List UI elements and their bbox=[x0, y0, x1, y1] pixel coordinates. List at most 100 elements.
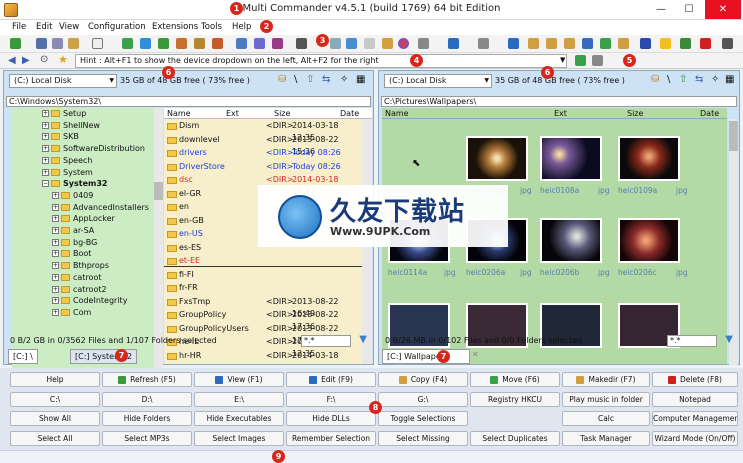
col-size-header[interactable]: Size bbox=[627, 109, 643, 118]
col-ext-header[interactable]: Ext bbox=[226, 109, 239, 118]
menu-help[interactable]: Help bbox=[232, 22, 251, 32]
brush-icon[interactable] bbox=[382, 38, 393, 49]
file-row[interactable]: hr-HR <DIR>2014-03-18 12:35 bbox=[164, 350, 364, 364]
expand-toggle-icon[interactable]: + bbox=[42, 110, 49, 117]
command-button[interactable]: Wizard Mode (On/Off) bbox=[652, 430, 738, 446]
left-path[interactable]: C:\Windows\System32\ bbox=[6, 96, 371, 107]
file-row[interactable]: fi-FI bbox=[164, 269, 364, 281]
col-ext-header[interactable]: Ext bbox=[554, 109, 567, 118]
expand-toggle-icon[interactable]: − bbox=[42, 180, 49, 188]
command-button[interactable]: Select MP3s bbox=[102, 430, 192, 446]
star-icon[interactable] bbox=[660, 38, 671, 49]
thumbnail-image[interactable] bbox=[540, 136, 602, 181]
command-button[interactable]: Hide Executables bbox=[194, 411, 284, 426]
tree-node[interactable]: + SoftwareDistribution bbox=[42, 143, 145, 154]
thumbs-scrollbar[interactable] bbox=[729, 119, 738, 365]
tree-node[interactable]: + ar-SA bbox=[52, 225, 94, 236]
menu-edit[interactable]: Edit bbox=[36, 22, 52, 32]
tree-node[interactable]: + AppLocker bbox=[52, 213, 115, 224]
tree-node[interactable]: + catroot bbox=[52, 272, 101, 283]
compare-icon[interactable] bbox=[272, 38, 283, 49]
exit-icon[interactable] bbox=[722, 38, 733, 49]
file-row[interactable]: fr-FR bbox=[164, 282, 364, 294]
tree-node[interactable]: + bg-BG bbox=[52, 237, 97, 248]
command-button[interactable]: Select Duplicates bbox=[470, 430, 560, 446]
extract-icon[interactable] bbox=[212, 38, 223, 49]
file-row[interactable]: drivers <DIR> Today 08:26 bbox=[164, 147, 364, 159]
command-button[interactable]: Select Missing bbox=[378, 430, 468, 446]
folder-icon[interactable] bbox=[528, 38, 539, 49]
folder5-icon[interactable] bbox=[600, 38, 611, 49]
col-size-header[interactable]: Size bbox=[274, 109, 290, 118]
command-button[interactable]: Remember Selection bbox=[286, 430, 376, 446]
tree-node[interactable]: + catroot2 bbox=[52, 284, 107, 295]
right-drive-selector[interactable]: (C:) Local Disk ▼ bbox=[384, 74, 492, 88]
tree-node[interactable]: + AdvancedInstallers bbox=[52, 202, 149, 213]
view-thumb-icon[interactable] bbox=[364, 38, 375, 49]
command-button[interactable]: Copy (F4) bbox=[378, 372, 468, 387]
left-tool-icon[interactable]: ✧ bbox=[340, 74, 348, 85]
right-tab-wallpapers[interactable]: [C:] Wallpapers bbox=[382, 349, 470, 364]
network-icon[interactable] bbox=[508, 38, 519, 49]
command-button[interactable]: Select Images bbox=[194, 430, 284, 446]
command-button[interactable]: Notepad bbox=[652, 391, 738, 407]
copy-icon[interactable] bbox=[52, 38, 63, 49]
ftp-icon[interactable] bbox=[700, 38, 711, 49]
filter-funnel-icon[interactable]: ▼ bbox=[725, 334, 733, 345]
expand-toggle-icon[interactable]: + bbox=[52, 238, 59, 246]
menu-tools[interactable]: Tools bbox=[201, 22, 222, 32]
maximize-button[interactable]: ☐ bbox=[676, 0, 702, 19]
archive-icon[interactable] bbox=[176, 38, 187, 49]
expand-toggle-icon[interactable]: + bbox=[42, 156, 49, 164]
history-icon[interactable]: ⊙ bbox=[40, 54, 48, 65]
expand-toggle-icon[interactable]: + bbox=[42, 168, 49, 176]
tree-node[interactable]: +0409 bbox=[52, 190, 93, 201]
file-row[interactable]: DriverStore <DIR> Today 08:26 bbox=[164, 161, 364, 173]
col-name-header[interactable]: Name bbox=[167, 109, 191, 118]
expand-toggle-icon[interactable]: + bbox=[52, 308, 59, 316]
cut-icon[interactable] bbox=[36, 38, 47, 49]
file-row[interactable]: Dism <DIR> 2014-03-18 12:35 bbox=[164, 120, 364, 142]
thumbnail-image[interactable] bbox=[540, 218, 602, 263]
new-file-icon[interactable] bbox=[122, 38, 133, 49]
menu-file[interactable]: File bbox=[12, 22, 26, 32]
menu-view[interactable]: View bbox=[59, 22, 79, 32]
file-row[interactable]: et-EE bbox=[164, 255, 364, 267]
command-button[interactable]: Delete (F8) bbox=[652, 372, 738, 387]
edit-icon[interactable] bbox=[236, 38, 247, 49]
tree-node[interactable]: + Com bbox=[52, 307, 91, 318]
right-path[interactable]: C:\Pictures\Wallpapers\ bbox=[381, 96, 737, 107]
col-name-header[interactable]: Name bbox=[385, 109, 409, 118]
command-button[interactable]: Play music in folder bbox=[562, 391, 650, 407]
disk-a-icon[interactable] bbox=[418, 38, 429, 49]
left-drive-selector[interactable]: (C:) Local Disk ▼ bbox=[9, 74, 117, 88]
col-date-header[interactable]: Date bbox=[340, 109, 359, 118]
plugin-icon[interactable] bbox=[680, 38, 691, 49]
hint-dropdown-arrow-icon[interactable]: ▼ bbox=[560, 56, 565, 64]
file-row[interactable]: FxsTmp <DIR> 2013-08-22 16:49 bbox=[164, 296, 364, 318]
command-button[interactable]: E:\ bbox=[194, 391, 284, 407]
command-button[interactable]: Refresh (F5) bbox=[102, 372, 192, 387]
disk-d-icon[interactable] bbox=[478, 38, 489, 49]
filter-funnel-icon[interactable]: ▼ bbox=[359, 334, 367, 345]
thumbnail-image[interactable] bbox=[466, 136, 528, 181]
command-button[interactable]: Makedir (F7) bbox=[562, 372, 650, 387]
menu-extensions[interactable]: Extensions bbox=[152, 22, 198, 32]
tree-node[interactable]: + Setup bbox=[42, 108, 86, 119]
command-button[interactable]: Hide Folders bbox=[102, 411, 192, 426]
minimize-button[interactable]: — bbox=[648, 0, 674, 19]
tree-node[interactable]: + Bthprops bbox=[52, 260, 109, 271]
tree-node[interactable]: + SKB bbox=[42, 131, 79, 142]
command-button[interactable]: Move (F6) bbox=[470, 372, 560, 387]
col-date-header[interactable]: Date bbox=[700, 109, 719, 118]
tree-scroll-thumb[interactable] bbox=[154, 182, 163, 200]
tree-node[interactable]: + Speech bbox=[42, 155, 92, 166]
settings-icon[interactable] bbox=[640, 38, 651, 49]
forward-arrow-icon[interactable]: ▶ bbox=[22, 55, 30, 66]
command-button[interactable]: Computer Management bbox=[652, 411, 738, 426]
file-move-icon[interactable] bbox=[158, 38, 169, 49]
expand-toggle-icon[interactable]: + bbox=[52, 191, 59, 199]
hint-input[interactable]: Hint : Alt+F1 to show the device dropdow… bbox=[75, 54, 567, 68]
rename-icon[interactable] bbox=[254, 38, 265, 49]
expand-toggle-icon[interactable]: + bbox=[52, 227, 59, 234]
